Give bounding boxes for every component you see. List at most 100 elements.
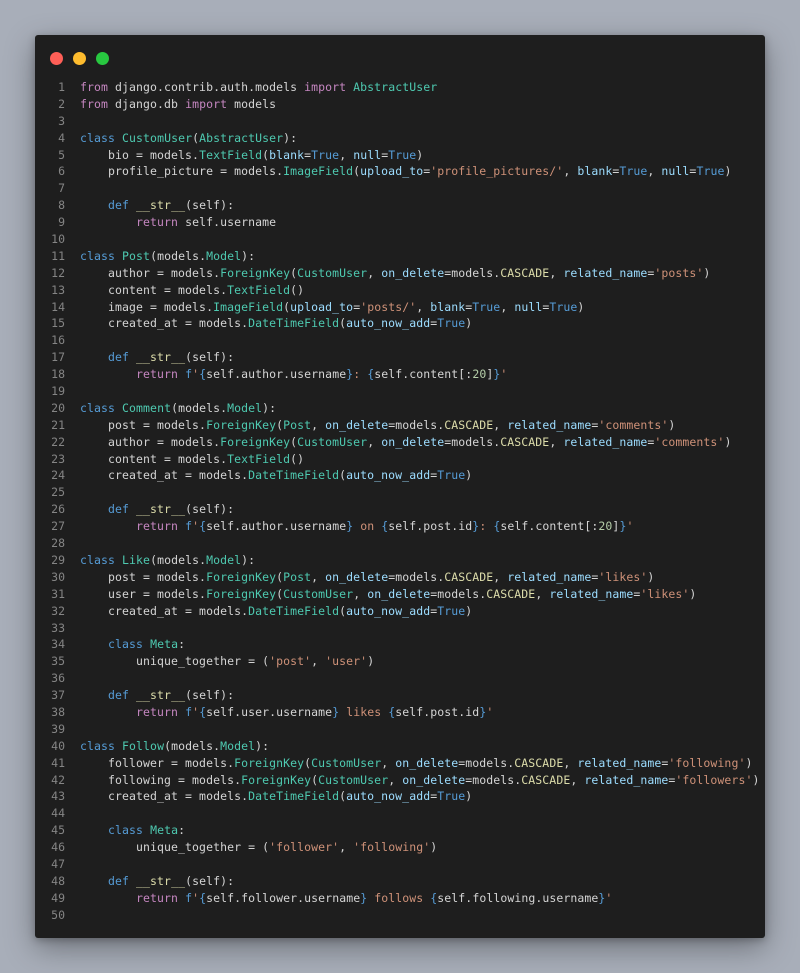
code-token: auto_now_add: [346, 316, 431, 331]
code-token: 'profile_pictures/': [430, 164, 564, 179]
code-token: Meta: [150, 637, 179, 652]
code-token: ,: [367, 434, 382, 449]
code-token: =models.: [430, 586, 487, 601]
line-content: class Post(models.Model):: [65, 248, 255, 265]
minimize-window-button[interactable]: [73, 52, 86, 65]
code-token: self.author.username: [206, 519, 347, 534]
code-token: ): [465, 316, 473, 331]
code-token: ,: [339, 147, 354, 162]
code-token: 'follower': [269, 840, 340, 855]
code-token: ImageField: [213, 299, 284, 314]
close-window-button[interactable]: [50, 52, 63, 65]
code-token: user = models.: [80, 586, 207, 601]
code-token: created_at = models.: [80, 789, 249, 804]
code-token: True: [311, 147, 340, 162]
code-line: 50: [35, 907, 765, 924]
line-number: 28: [51, 536, 65, 551]
line-number: 44: [51, 806, 65, 821]
code-token: ): [668, 417, 676, 432]
maximize-window-button[interactable]: [96, 52, 109, 65]
line-number: 37: [51, 688, 65, 703]
line-content: [65, 856, 80, 873]
line-content: return self.username: [65, 214, 276, 231]
code-token: Post: [122, 248, 151, 263]
code-token: return: [136, 704, 179, 719]
code-token: follower = models.: [80, 755, 235, 770]
code-token: ': [500, 367, 508, 382]
code-token: ): [465, 603, 473, 618]
line-content: created_at = models.DateTimeField(auto_n…: [65, 603, 472, 620]
code-token: ,: [500, 299, 515, 314]
line-content: follower = models.ForeignKey(CustomUser,…: [65, 755, 752, 772]
line-content: content = models.TextField(): [65, 282, 304, 299]
line-number: 10: [51, 232, 65, 247]
code-token: created_at = models.: [80, 603, 249, 618]
code-token: =models.: [388, 417, 445, 432]
code-token: ,: [367, 265, 382, 280]
code-token: :: [353, 367, 368, 382]
line-content: def __str__(self):: [65, 197, 234, 214]
line-number: 21: [51, 417, 65, 432]
code-token: post = models.: [80, 417, 207, 432]
code-token: ,: [563, 755, 578, 770]
code-token: def: [108, 502, 130, 517]
code-token: __str__: [136, 502, 186, 517]
code-line: 6 profile_picture = models.ImageField(up…: [35, 163, 765, 180]
code-token: related_name: [563, 434, 648, 449]
code-token: related_name: [507, 569, 592, 584]
code-token: __str__: [136, 873, 186, 888]
code-token: ): [647, 569, 655, 584]
line-content: [65, 805, 80, 822]
code-token: 'posts/': [360, 299, 417, 314]
code-line: 48 def __str__(self):: [35, 873, 765, 890]
code-line: 41 follower = models.ForeignKey(CustomUs…: [35, 755, 765, 772]
code-token: on_delete: [325, 569, 389, 584]
code-token: return: [136, 519, 179, 534]
code-line: 46 unique_together = ('follower', 'follo…: [35, 839, 765, 856]
code-line: 32 created_at = models.DateTimeField(aut…: [35, 603, 765, 620]
code-token: 'followers': [675, 772, 753, 787]
code-token: CASCADE: [444, 569, 494, 584]
line-number: 33: [51, 620, 65, 635]
line-content: content = models.TextField(): [65, 451, 304, 468]
line-number: 26: [51, 502, 65, 517]
code-token: 'following': [353, 840, 431, 855]
code-token: ): [430, 840, 438, 855]
code-line: 27 return f'{self.author.username} on {s…: [35, 518, 765, 535]
code-line: 15 created_at = models.DateTimeField(aut…: [35, 315, 765, 332]
code-token: ):: [241, 552, 256, 567]
code-token: TextField: [227, 282, 291, 297]
code-token: blank: [577, 164, 613, 179]
line-number: 15: [51, 316, 65, 331]
code-line: 22 author = models.ForeignKey(CustomUser…: [35, 434, 765, 451]
code-line: 3: [35, 113, 765, 130]
code-token: True: [437, 603, 466, 618]
code-token: CustomUser: [311, 755, 382, 770]
code-token: CustomUser: [318, 772, 389, 787]
code-line: 4 class CustomUser(AbstractUser):: [35, 130, 765, 147]
line-number: 4: [58, 130, 65, 145]
code-token: ): [689, 586, 697, 601]
code-token: Model: [220, 738, 256, 753]
code-token: self.content[:: [374, 367, 473, 382]
code-token: def: [108, 873, 130, 888]
code-token: post = models.: [80, 569, 207, 584]
code-token: class: [80, 248, 116, 263]
code-token: django.db: [108, 96, 186, 111]
code-token: Follow: [122, 738, 165, 753]
code-token: import: [185, 96, 228, 111]
code-editor[interactable]: 1 from django.contrib.auth.models import …: [35, 79, 765, 924]
code-token: 'comments': [654, 434, 725, 449]
code-token: ,: [549, 434, 564, 449]
code-token: DateTimeField: [248, 316, 340, 331]
line-content: user = models.ForeignKey(CustomUser, on_…: [65, 586, 696, 603]
code-token: ):: [241, 248, 256, 263]
code-token: on_delete: [381, 434, 445, 449]
code-token: :: [178, 823, 186, 838]
code-token: Like: [122, 552, 151, 567]
code-token: import: [304, 80, 347, 94]
